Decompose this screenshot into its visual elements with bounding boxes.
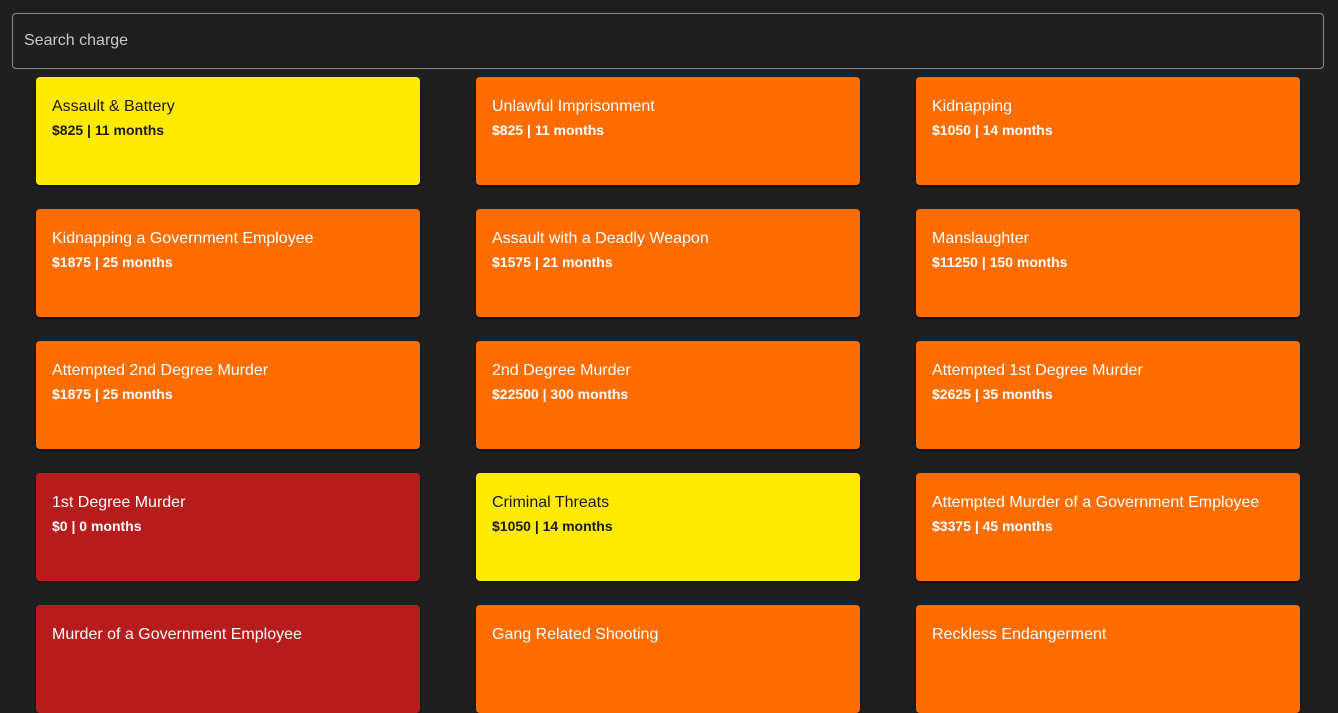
charge-fine-and-time: $22500 | 300 months <box>492 386 629 402</box>
charge-card[interactable]: Criminal Threats $1050 | 14 months <box>476 473 860 581</box>
charge-title: Gang Related Shooting <box>492 626 659 643</box>
charge-title: Kidnapping <box>932 98 1013 115</box>
charge-fine-and-time: $11250 | 150 months <box>932 254 1068 270</box>
charge-card[interactable]: Manslaughter $11250 | 150 months <box>916 209 1300 317</box>
charge-card[interactable]: Assault & Battery $825 | 11 months <box>36 77 420 185</box>
charge-title: Kidnapping a Government Employee <box>52 230 314 247</box>
charge-title: 1st Degree Murder <box>52 494 186 511</box>
charge-card[interactable]: Assault with a Deadly Weapon $1575 | 21 … <box>476 209 860 317</box>
charge-title: Criminal Threats <box>492 494 610 511</box>
charge-card[interactable]: Gang Related Shooting <box>476 605 860 713</box>
charge-card[interactable]: Attempted 1st Degree Murder $2625 | 35 m… <box>916 341 1300 449</box>
charge-title: Reckless Endangerment <box>932 626 1107 643</box>
charge-card[interactable]: Kidnapping a Government Employee $1875 |… <box>36 209 420 317</box>
charge-card[interactable]: Reckless Endangerment <box>916 605 1300 713</box>
charge-fine-and-time: $1050 | 14 months <box>492 518 613 534</box>
charge-card[interactable]: Kidnapping $1050 | 14 months <box>916 77 1300 185</box>
charges-grid: Assault & Battery $825 | 11 months Unlaw… <box>36 77 1300 713</box>
charge-card[interactable]: 1st Degree Murder $0 | 0 months <box>36 473 420 581</box>
charge-title: Assault & Battery <box>52 98 175 115</box>
charge-title: Attempted 2nd Degree Murder <box>52 362 269 379</box>
charge-title: Attempted 1st Degree Murder <box>932 362 1143 379</box>
charge-card[interactable]: 2nd Degree Murder $22500 | 300 months <box>476 341 860 449</box>
charge-card[interactable]: Attempted 2nd Degree Murder $1875 | 25 m… <box>36 341 420 449</box>
charge-fine-and-time: $2625 | 35 months <box>932 386 1053 402</box>
charge-title: Assault with a Deadly Weapon <box>492 230 709 247</box>
charge-card[interactable]: Murder of a Government Employee <box>36 605 420 713</box>
charge-title: Manslaughter <box>932 230 1029 247</box>
charge-fine-and-time: $1875 | 25 months <box>52 254 173 270</box>
charge-title: Attempted Murder of a Government Employe… <box>932 494 1260 511</box>
charge-title: Murder of a Government Employee <box>52 626 302 643</box>
charge-fine-and-time: $1575 | 21 months <box>492 254 613 270</box>
charge-fine-and-time: $825 | 11 months <box>52 122 165 138</box>
charge-fine-and-time: $1875 | 25 months <box>52 386 173 402</box>
charge-fine-and-time: $0 | 0 months <box>52 518 142 534</box>
charge-card[interactable]: Attempted Murder of a Government Employe… <box>916 473 1300 581</box>
search-field[interactable] <box>12 13 1324 69</box>
charge-fine-and-time: $3375 | 45 months <box>932 518 1053 534</box>
charge-card[interactable]: Unlawful Imprisonment $825 | 11 months <box>476 77 860 185</box>
charge-title: Unlawful Imprisonment <box>492 98 655 115</box>
charge-fine-and-time: $825 | 11 months <box>492 122 605 138</box>
charge-title: 2nd Degree Murder <box>492 362 631 379</box>
charge-fine-and-time: $1050 | 14 months <box>932 122 1053 138</box>
search-input[interactable] <box>13 14 1323 68</box>
